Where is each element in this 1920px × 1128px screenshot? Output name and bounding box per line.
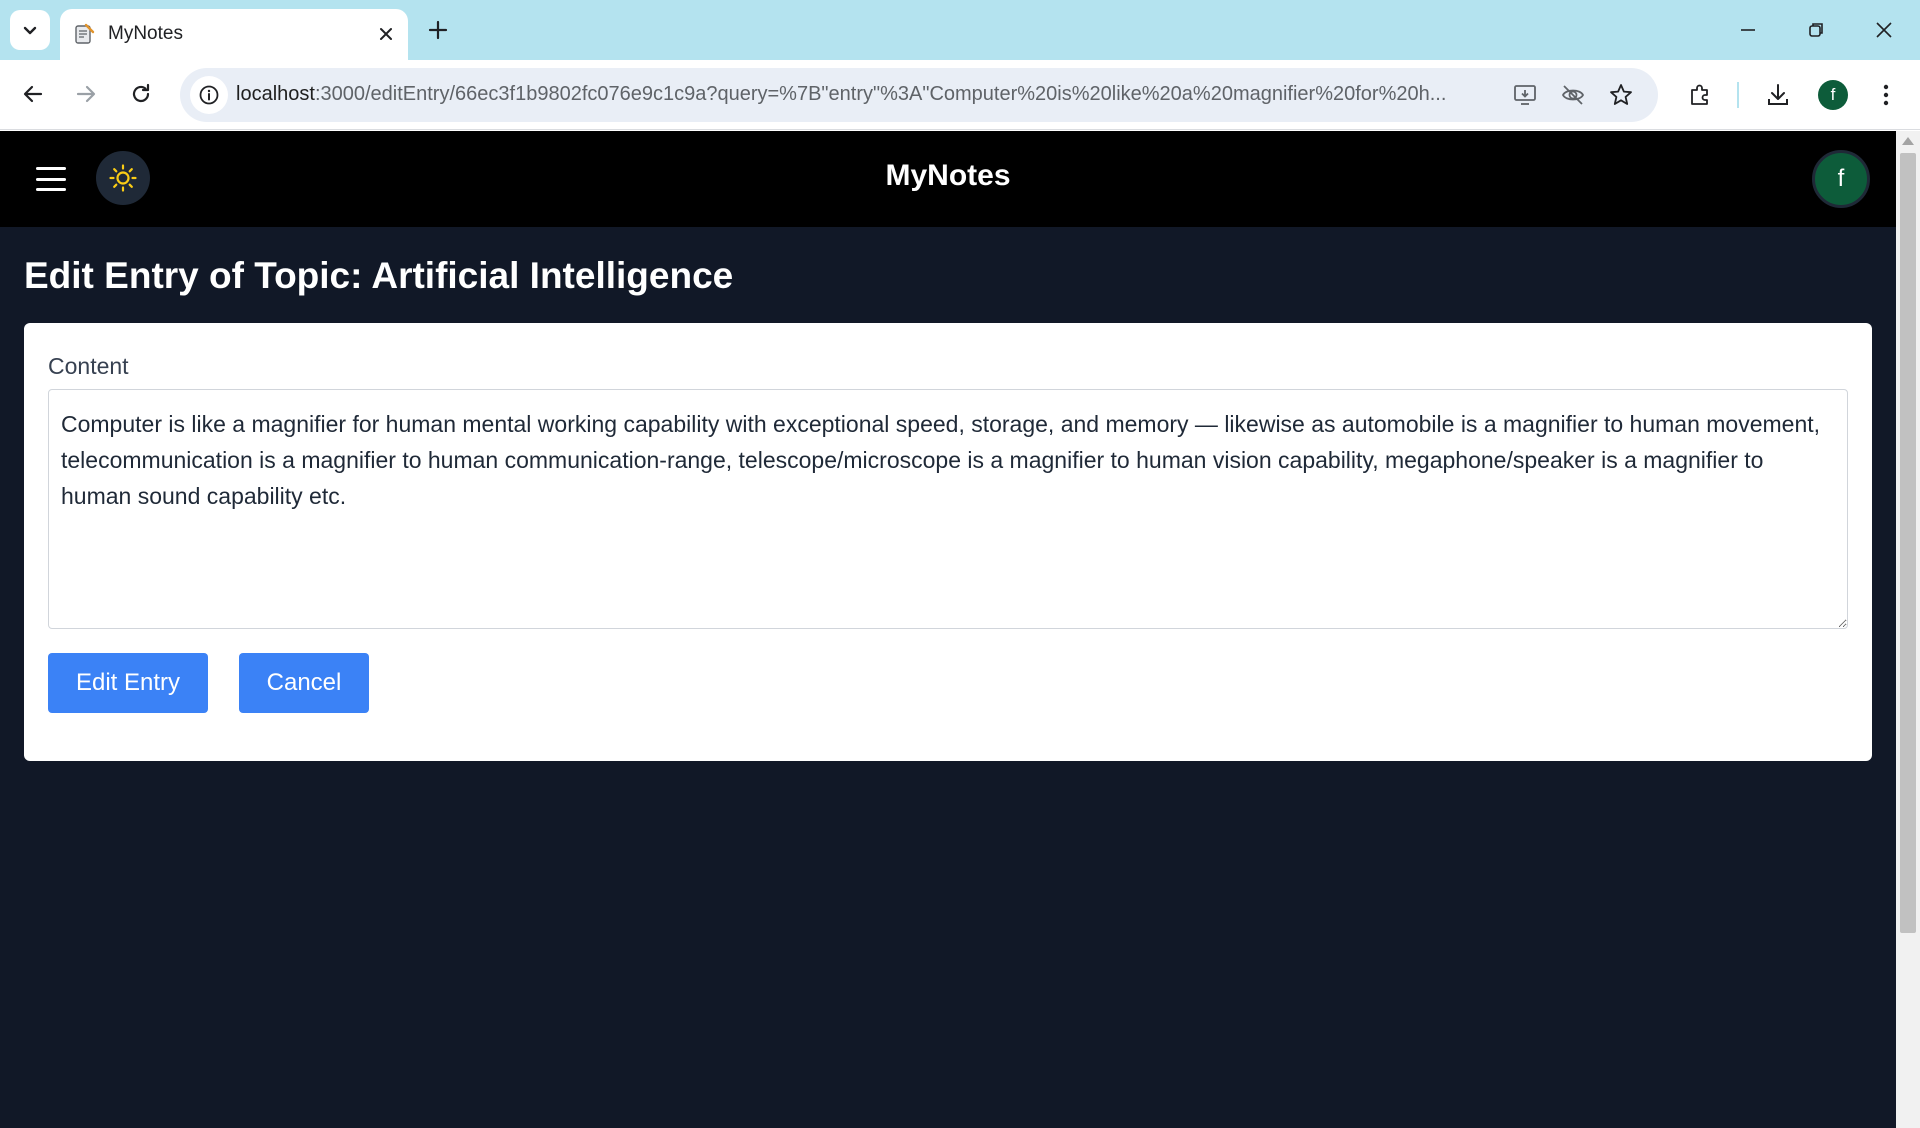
url-host: localhost [236, 83, 315, 105]
scrollbar-thumb[interactable] [1900, 153, 1916, 933]
scroll-up-arrow[interactable] [1902, 137, 1914, 145]
browser-menu-button[interactable] [1865, 74, 1907, 116]
install-icon [1514, 85, 1536, 105]
minimize-button[interactable] [1720, 8, 1776, 52]
address-bar[interactable]: localhost:3000/editEntry/66ec3f1b9802fc0… [180, 68, 1658, 122]
restore-icon [1809, 23, 1823, 37]
arrow-left-icon [23, 85, 43, 103]
reload-icon [132, 83, 150, 103]
arrow-right-icon [76, 85, 96, 103]
user-avatar[interactable]: f [1812, 150, 1870, 208]
browser-tab[interactable]: MyNotes [60, 9, 408, 60]
window-close-button[interactable] [1856, 8, 1912, 52]
install-app-button[interactable] [1510, 80, 1540, 110]
cancel-button[interactable]: Cancel [239, 653, 369, 713]
url-path: :3000/editEntry/66ec3f1b9802fc076e9c1c9a… [314, 83, 1447, 105]
new-tab-button[interactable] [420, 12, 456, 48]
downloads-button[interactable] [1757, 74, 1799, 116]
page-scrollbar[interactable] [1896, 131, 1920, 1128]
favicon-icon [75, 23, 95, 44]
url-text[interactable]: localhost:3000/editEntry/66ec3f1b9802fc0… [236, 83, 1496, 106]
star-icon [1610, 84, 1632, 105]
extensions-button[interactable] [1679, 74, 1721, 116]
content-label: Content [48, 353, 129, 379]
eye-off-icon [1561, 85, 1585, 105]
minimize-icon [1741, 29, 1755, 31]
page-title: Edit Entry of Topic: Artificial Intellig… [24, 255, 734, 296]
profile-button[interactable]: f [1812, 74, 1854, 116]
back-button[interactable] [13, 74, 53, 114]
edit-entry-button[interactable]: Edit Entry [48, 653, 208, 713]
edit-entry-form: Content Computer is like a magnifier for… [24, 323, 1872, 761]
tab-close-button[interactable] [372, 20, 400, 48]
forward-button[interactable] [66, 74, 106, 114]
browser-toolbar: localhost:3000/editEntry/66ec3f1b9802fc0… [0, 60, 1920, 130]
toolbar-divider [1737, 82, 1739, 108]
more-vertical-icon [1883, 84, 1889, 106]
close-icon [380, 28, 392, 40]
chevron-down-icon [23, 26, 37, 35]
browser-tab-strip: MyNotes [0, 0, 1920, 60]
puzzle-icon [1691, 84, 1708, 105]
tab-title: MyNotes [108, 23, 183, 44]
download-icon [1768, 84, 1788, 105]
tab-search-button[interactable] [10, 10, 50, 50]
restore-button[interactable] [1788, 8, 1844, 52]
site-info-button[interactable] [190, 76, 228, 114]
reload-button[interactable] [121, 74, 161, 114]
app-title: MyNotes [885, 159, 1011, 192]
page: MyNotes f Edit Entry of Topic: Artificia… [0, 131, 1896, 1128]
profile-avatar: f [1818, 80, 1848, 110]
bookmark-button[interactable] [1606, 80, 1636, 110]
info-icon [199, 85, 219, 105]
plus-icon [428, 20, 448, 40]
content-textarea[interactable]: Computer is like a magnifier for human m… [48, 389, 1848, 629]
tracking-protection-button[interactable] [1558, 80, 1588, 110]
close-icon [1876, 22, 1892, 38]
app-header: MyNotes f [0, 131, 1896, 227]
